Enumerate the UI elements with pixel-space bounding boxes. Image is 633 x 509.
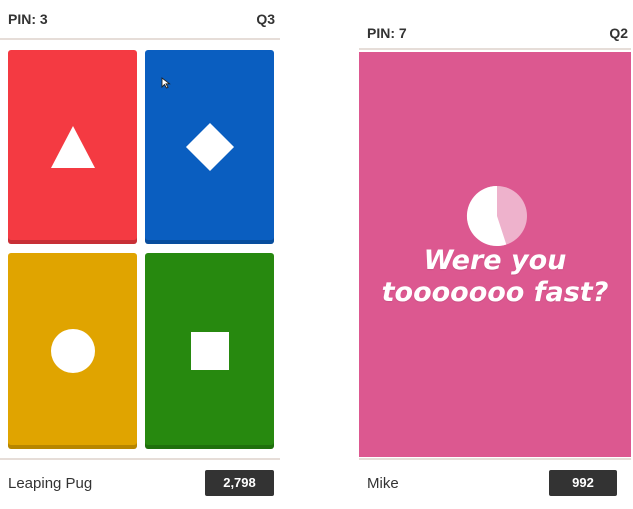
answer-button-green-square[interactable] bbox=[145, 253, 274, 449]
question-number-label: Q3 bbox=[256, 11, 275, 27]
circle-icon bbox=[50, 329, 95, 373]
timer-pie-icon bbox=[466, 185, 527, 246]
triangle-icon bbox=[50, 126, 95, 168]
top-bar: PIN: 3 Q3 bbox=[0, 0, 280, 40]
top-bar: PIN: 7 Q2 bbox=[359, 18, 631, 50]
player-nickname: Mike bbox=[367, 474, 399, 492]
diamond-icon bbox=[185, 122, 234, 172]
square-icon bbox=[190, 332, 229, 370]
score-badge: 2,798 bbox=[205, 470, 274, 496]
player-footer: Leaping Pug 2,798 bbox=[0, 458, 280, 506]
left-player-screen: PIN: 3 Q3 Leaping Pug 2,798 bbox=[0, 0, 280, 509]
right-player-screen: PIN: 7 Q2 Were you tooooooo fast? Mike 9… bbox=[359, 0, 631, 509]
game-pin-label: PIN: 7 bbox=[367, 25, 407, 41]
answer-button-yellow-circle[interactable] bbox=[8, 253, 137, 449]
mouse-cursor-icon bbox=[161, 77, 171, 89]
feedback-message: Were you tooooooo fast? bbox=[381, 245, 609, 308]
question-number-label: Q2 bbox=[609, 25, 628, 41]
game-pin-label: PIN: 3 bbox=[8, 11, 48, 27]
player-footer: Mike 992 bbox=[359, 458, 631, 506]
score-badge: 992 bbox=[549, 470, 617, 496]
feedback-panel: Were you tooooooo fast? bbox=[359, 52, 631, 457]
answer-button-red-triangle[interactable] bbox=[8, 50, 137, 244]
player-nickname: Leaping Pug bbox=[8, 474, 93, 492]
